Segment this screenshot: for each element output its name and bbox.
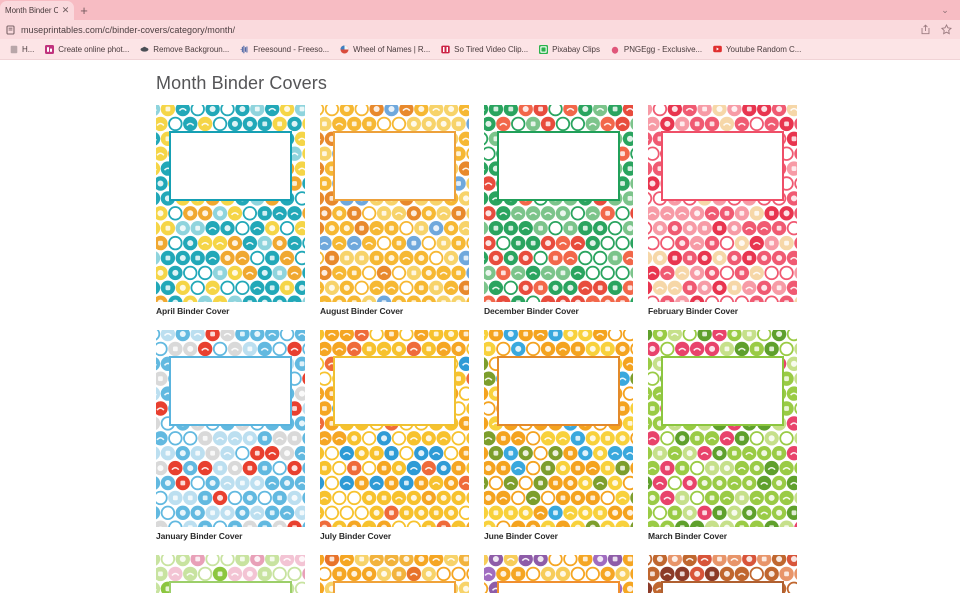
bookmark-item[interactable]: PNGEgg - Exclusive... xyxy=(606,44,708,55)
binder-cover-thumbnail[interactable] xyxy=(484,105,633,302)
binder-covers-grid: April Binder Cover August Binder Cover Dec… xyxy=(156,105,960,593)
binder-cover-card[interactable] xyxy=(156,555,305,593)
bookmarks-bar: H... Create online phot... Remove Backgr… xyxy=(0,39,960,60)
bookmark-label: Remove Backgroun... xyxy=(153,44,230,54)
cover-title-box xyxy=(497,356,620,426)
binder-cover-thumbnail[interactable] xyxy=(156,105,305,302)
chevron-down-icon[interactable]: ⌄ xyxy=(938,3,952,17)
share-icon[interactable] xyxy=(919,24,931,36)
cover-title-box xyxy=(333,131,456,201)
photo-editor-favicon xyxy=(45,44,55,54)
browser-window: Month Binder Co... ✕ + ⌄ museprintables.… xyxy=(0,0,960,593)
binder-cover-card[interactable]: April Binder Cover xyxy=(156,105,305,316)
bookmark-item[interactable]: Create online phot... xyxy=(40,44,135,55)
bookmark-item[interactable]: Freesound - Freeso... xyxy=(235,44,335,55)
cover-title-box xyxy=(497,581,620,593)
youtube-favicon xyxy=(713,45,722,54)
url-text[interactable]: museprintables.com/c/binder-covers/categ… xyxy=(21,25,919,35)
tab-strip: Month Binder Co... ✕ + ⌄ xyxy=(0,0,960,20)
bookmark-item[interactable]: Remove Backgroun... xyxy=(135,44,235,55)
cover-title-box xyxy=(169,581,292,593)
binder-cover-label: February Binder Cover xyxy=(648,306,739,316)
bookmark-item[interactable]: Wheel of Names | R... xyxy=(335,44,436,55)
bookmark-label: PNGEgg - Exclusive... xyxy=(623,44,702,54)
bookmark-star-icon[interactable] xyxy=(940,24,952,36)
pngegg-favicon xyxy=(611,45,620,54)
address-bar: museprintables.com/c/binder-covers/categ… xyxy=(0,20,960,39)
binder-cover-thumbnail[interactable] xyxy=(320,330,469,527)
bookmark-item[interactable]: So Tired Video Clip... xyxy=(436,44,534,55)
bookmark-label: Pixabay Clips xyxy=(552,44,600,54)
bookmark-label: So Tired Video Clip... xyxy=(454,44,529,54)
browser-tab-active[interactable]: Month Binder Co... ✕ xyxy=(0,1,74,20)
binder-cover-card[interactable]: July Binder Cover xyxy=(320,330,469,541)
page-title: Month Binder Covers xyxy=(156,73,327,93)
binder-cover-thumbnail[interactable] xyxy=(484,555,633,593)
binder-cover-label: April Binder Cover xyxy=(156,306,230,316)
binder-cover-thumbnail[interactable] xyxy=(156,555,305,593)
binder-cover-card[interactable]: June Binder Cover xyxy=(484,330,633,541)
new-tab-button[interactable]: + xyxy=(74,1,94,20)
binder-cover-card[interactable]: December Binder Cover xyxy=(484,105,633,316)
bookmark-item[interactable]: H... xyxy=(4,44,40,55)
tab-title: Month Binder Co... xyxy=(5,6,58,15)
video-clip-favicon xyxy=(441,45,450,54)
omnibox-actions xyxy=(919,24,954,36)
cover-title-box xyxy=(333,356,456,426)
binder-cover-thumbnail[interactable] xyxy=(484,330,633,527)
cover-title-box xyxy=(497,131,620,201)
page-info-icon[interactable] xyxy=(5,24,15,35)
binder-cover-thumbnail[interactable] xyxy=(648,330,797,527)
binder-cover-card[interactable]: February Binder Cover xyxy=(648,105,797,316)
binder-cover-thumbnail[interactable] xyxy=(648,105,797,302)
binder-cover-thumbnail[interactable] xyxy=(320,555,469,593)
cover-title-box xyxy=(661,356,784,426)
bookmark-item[interactable]: Youtube Random C... xyxy=(708,44,807,55)
bookmark-label: Youtube Random C... xyxy=(726,44,802,54)
binder-cover-card[interactable] xyxy=(320,555,469,593)
binder-cover-thumbnail[interactable] xyxy=(320,105,469,302)
cover-title-box xyxy=(661,131,784,201)
cover-title-box xyxy=(333,581,456,593)
bookmark-label: Create online phot... xyxy=(58,44,130,54)
pixabay-favicon xyxy=(539,44,549,54)
wheel-of-names-favicon xyxy=(340,45,349,54)
bookmark-item[interactable]: Pixabay Clips xyxy=(534,44,606,55)
bookmark-label: H... xyxy=(22,44,35,54)
remove-bg-favicon xyxy=(140,45,149,54)
binder-cover-label: August Binder Cover xyxy=(320,306,404,316)
binder-cover-thumbnail[interactable] xyxy=(156,330,305,527)
tab-strip-right: ⌄ xyxy=(938,0,960,20)
generic-favicon xyxy=(9,45,18,54)
bookmark-label: Wheel of Names | R... xyxy=(353,44,431,54)
binder-cover-label: June Binder Cover xyxy=(484,531,558,541)
cover-title-box xyxy=(169,356,292,426)
binder-cover-label: January Binder Cover xyxy=(156,531,243,541)
cover-title-box xyxy=(169,131,292,201)
binder-cover-label: July Binder Cover xyxy=(320,531,392,541)
binder-cover-label: December Binder Cover xyxy=(484,306,579,316)
freesound-favicon xyxy=(240,45,249,54)
bookmark-label: Freesound - Freeso... xyxy=(253,44,330,54)
binder-cover-card[interactable]: August Binder Cover xyxy=(320,105,469,316)
binder-cover-card[interactable] xyxy=(648,555,797,593)
binder-cover-card[interactable] xyxy=(484,555,633,593)
page-content: Month Binder Covers April Binder Cover Au… xyxy=(0,60,960,593)
close-icon[interactable]: ✕ xyxy=(61,6,70,15)
binder-cover-label: March Binder Cover xyxy=(648,531,727,541)
cover-title-box xyxy=(661,581,784,593)
binder-cover-card[interactable]: January Binder Cover xyxy=(156,330,305,541)
binder-cover-thumbnail[interactable] xyxy=(648,555,797,593)
binder-cover-card[interactable]: March Binder Cover xyxy=(648,330,797,541)
